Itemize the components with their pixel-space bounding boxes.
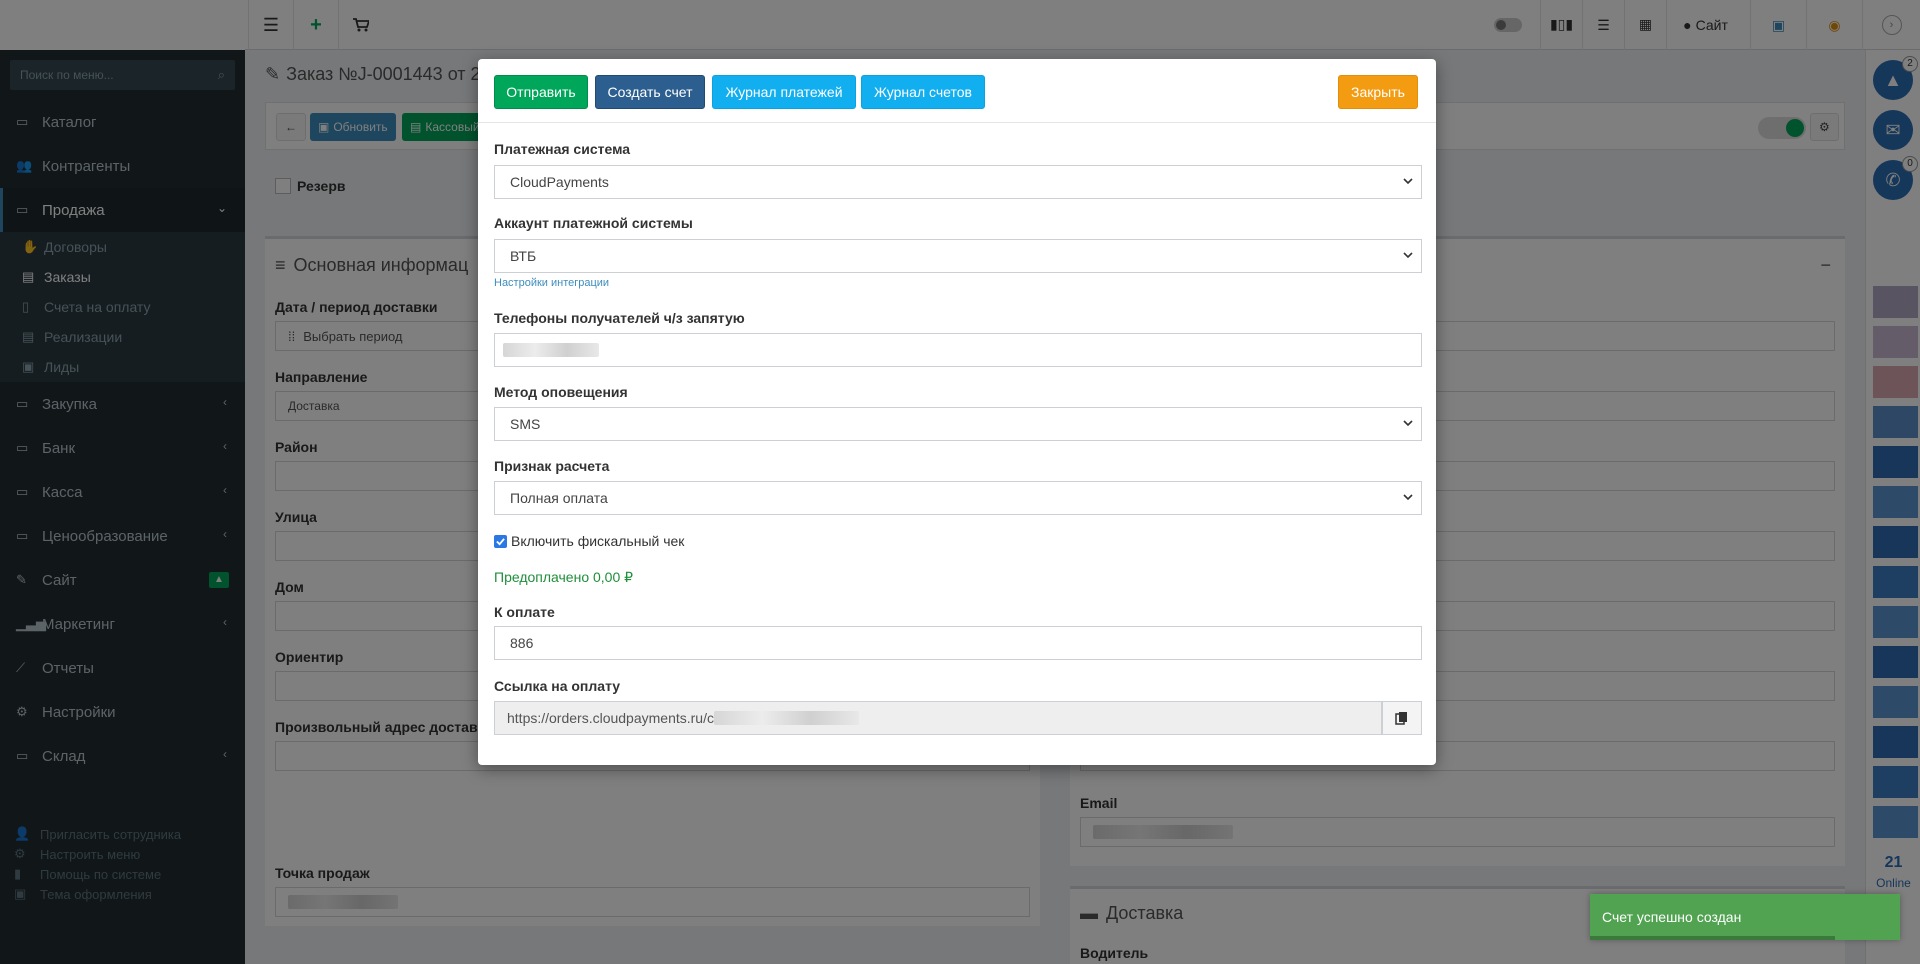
close-button[interactable]: Закрыть	[1338, 75, 1418, 109]
calc-sign-label: Признак расчета	[494, 458, 610, 474]
modal-header: Отправить Создать счет Журнал платежей Ж…	[478, 59, 1436, 123]
pay-link-label: Ссылка на оплату	[494, 678, 621, 694]
integration-settings-link[interactable]: Настройки интеграции	[494, 277, 609, 289]
calc-sign-select[interactable]: Полная оплата	[494, 481, 1422, 515]
chevron-down-icon	[1403, 178, 1413, 185]
invoices-log-label: Журнал счетов	[874, 84, 972, 100]
chevron-down-icon	[1403, 420, 1413, 427]
notify-method-select[interactable]: SMS	[494, 407, 1422, 441]
chevron-down-icon	[1403, 252, 1413, 259]
create-invoice-button[interactable]: Создать счет	[595, 75, 705, 109]
account-value: ВТБ	[510, 248, 537, 264]
chevron-down-icon	[1403, 494, 1413, 501]
payments-log-button[interactable]: Журнал платежей	[712, 75, 856, 109]
close-label: Закрыть	[1351, 84, 1405, 100]
phones-input[interactable]	[494, 333, 1422, 367]
phones-label: Телефоны получателей ч/з запятую	[494, 310, 745, 326]
check-icon	[496, 537, 505, 546]
payment-system-select[interactable]: CloudPayments	[494, 165, 1422, 199]
fiscal-check-row[interactable]: Включить фискальный чек	[494, 533, 684, 549]
success-toast[interactable]: Счет успешно создан	[1590, 894, 1900, 940]
toast-message: Счет успешно создан	[1602, 909, 1742, 925]
send-label: Отправить	[506, 84, 576, 100]
account-label: Аккаунт платежной системы	[494, 215, 693, 231]
fiscal-label: Включить фискальный чек	[511, 533, 685, 549]
calc-sign-value: Полная оплата	[510, 490, 608, 506]
copy-icon	[1395, 712, 1407, 725]
to-pay-value: 886	[510, 635, 534, 651]
create-invoice-label: Создать счет	[607, 84, 693, 100]
redacted-phone	[503, 343, 599, 357]
send-button[interactable]: Отправить	[494, 75, 588, 109]
payment-modal: Отправить Создать счет Журнал платежей Ж…	[478, 59, 1436, 765]
fiscal-checkbox[interactable]	[494, 534, 507, 548]
account-select[interactable]: ВТБ	[494, 239, 1422, 273]
pay-link-value: https://orders.cloudpayments.ru/c	[507, 710, 714, 726]
redacted-link-part	[714, 711, 859, 725]
copy-link-button[interactable]	[1382, 701, 1422, 735]
pay-link-input[interactable]: https://orders.cloudpayments.ru/c	[494, 701, 1382, 735]
toast-progress	[1590, 936, 1835, 940]
payments-log-label: Журнал платежей	[725, 84, 843, 100]
invoices-log-button[interactable]: Журнал счетов	[861, 75, 985, 109]
to-pay-label: К оплате	[494, 604, 555, 620]
payment-system-label: Платежная система	[494, 141, 631, 157]
notify-method-label: Метод оповещения	[494, 384, 628, 400]
payment-system-value: CloudPayments	[510, 174, 609, 190]
prepaid-text: Предоплачено 0,00 ₽	[494, 569, 634, 585]
notify-method-value: SMS	[510, 416, 541, 432]
to-pay-input[interactable]: 886	[494, 626, 1422, 660]
